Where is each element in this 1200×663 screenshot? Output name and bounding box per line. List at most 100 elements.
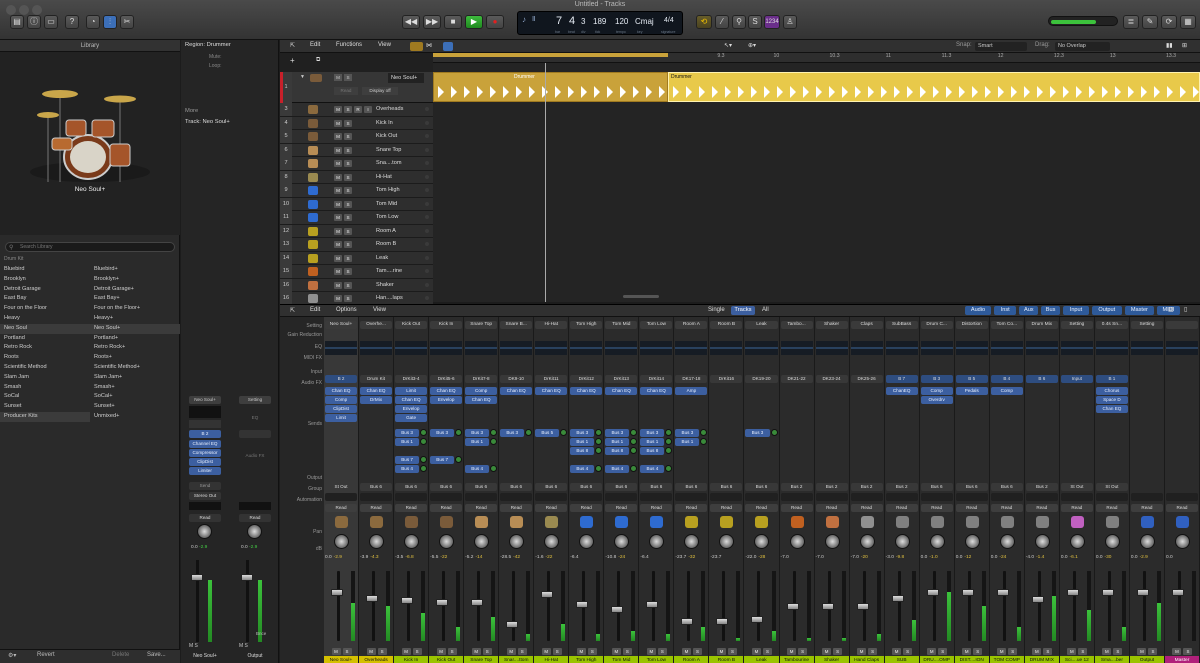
strip1-eq[interactable] (189, 420, 221, 428)
strip-group[interactable] (640, 493, 673, 501)
strip-eq-thumbnail[interactable] (780, 341, 816, 355)
send-slot[interactable]: Bus 4 (570, 465, 595, 473)
ruler[interactable]: 77.388.399.31010.31111.31212.31313.3 (433, 53, 1200, 63)
send-knob[interactable] (560, 429, 568, 436)
strip-solo-button[interactable]: S (973, 648, 983, 655)
strip-setting[interactable]: Leak (745, 321, 778, 329)
pan-knob[interactable] (614, 534, 630, 549)
cycle-range[interactable] (433, 53, 668, 57)
volume-fader[interactable] (681, 618, 694, 626)
audio-fx-slot[interactable]: Chan EQ (570, 387, 603, 395)
strip-automation[interactable]: Read (955, 504, 988, 512)
strip-name[interactable]: Leak (744, 656, 779, 663)
strip-mute-button[interactable]: M (1067, 648, 1077, 655)
strip-input[interactable]: DK19-20 (745, 375, 778, 383)
send-slot[interactable]: Bus 4 (605, 465, 630, 473)
mute-button[interactable]: M (334, 106, 342, 113)
strip-name[interactable]: Kick In (394, 656, 429, 663)
strip-input[interactable]: DrKit14 (640, 375, 673, 383)
strip-input[interactable]: B 7 (885, 375, 918, 383)
edit-menu[interactable]: Edit (310, 42, 320, 48)
audio-fx-slot[interactable]: Chorus (1095, 387, 1128, 395)
strip-solo-button[interactable]: S (1113, 648, 1123, 655)
pan-knob[interactable] (369, 534, 385, 549)
mute-button[interactable]: M (334, 227, 342, 235)
strip-output[interactable]: Bus 2 (815, 483, 848, 491)
mute-button[interactable]: M (334, 214, 342, 221)
solo-button[interactable]: S (344, 268, 352, 275)
strip-solo-button[interactable]: S (868, 648, 878, 655)
send-knob[interactable] (630, 447, 638, 454)
strip-eq-thumbnail[interactable] (430, 341, 466, 355)
track-name[interactable]: Sna....tom (376, 157, 422, 170)
strip-name[interactable]: Tom High (569, 656, 604, 663)
track-name[interactable]: Hi-Hat (376, 171, 422, 184)
audio-fx-slot[interactable]: Chan EQ (640, 387, 673, 395)
audio-fx-slot[interactable]: Limit (325, 414, 358, 422)
track-name[interactable]: Room B (376, 238, 422, 251)
send-slot[interactable]: Bus 3 (500, 429, 525, 437)
send-knob[interactable] (595, 438, 603, 445)
strip1-ms[interactable]: M S (189, 643, 198, 649)
loop-browser-icon[interactable]: ⟳ (1161, 15, 1177, 29)
volume-fader[interactable] (1171, 588, 1184, 596)
strip-automation[interactable]: Read (465, 504, 498, 512)
strip-input[interactable]: DrKit11 (535, 375, 568, 383)
mute-button[interactable]: M (334, 187, 342, 194)
strip-setting[interactable]: 0.4s Sn... (1095, 321, 1128, 329)
delete-button[interactable]: Delete (112, 652, 129, 658)
strip-group[interactable] (745, 493, 778, 501)
strip-group[interactable] (885, 493, 918, 501)
strip-input[interactable]: B 5 (955, 375, 988, 383)
volume-fader[interactable] (541, 591, 554, 599)
strip-mute-button[interactable]: M (787, 648, 797, 655)
strip-setting[interactable]: SubBass (885, 321, 918, 329)
waveform-zoom-icon[interactable]: ▮▮ (1166, 42, 1173, 49)
strip-group[interactable] (500, 493, 533, 501)
strip-solo-button[interactable]: S (342, 648, 352, 655)
pan-knob[interactable] (1034, 534, 1050, 549)
library-toggle-icon[interactable]: ▤ (10, 15, 24, 29)
library-item[interactable]: Smash+ (90, 383, 180, 393)
strip2-input[interactable] (239, 430, 271, 438)
send-slot[interactable]: Bus 3 (675, 429, 700, 437)
audio-fx-slot[interactable]: ClipDist (325, 405, 358, 413)
strip-solo-button[interactable]: S (833, 648, 843, 655)
volume-fader[interactable] (471, 598, 484, 606)
strip-solo-button[interactable]: S (587, 648, 597, 655)
strip-output[interactable]: St Out (1060, 483, 1093, 491)
inspector-toggle-icon[interactable]: ⓘ (27, 15, 41, 29)
volume-fader[interactable] (891, 594, 904, 602)
library-item[interactable]: Roots (0, 353, 90, 363)
library-item[interactable]: Slam Jam+ (90, 373, 180, 383)
audio-fx-slot[interactable]: Chan EQ (605, 387, 638, 395)
mute-button[interactable]: M (334, 254, 342, 262)
strip-name[interactable]: Master (1164, 656, 1199, 663)
duplicate-track-icon[interactable]: ⧉ (316, 57, 320, 64)
quick-help-icon[interactable]: ? (65, 15, 79, 29)
lcd-tempo[interactable]: 120 (615, 17, 628, 26)
volume-fader[interactable] (1031, 596, 1044, 604)
metronome-icon[interactable]: ♙ (783, 15, 797, 29)
mute-button[interactable]: M (334, 200, 342, 208)
strip-solo-button[interactable]: S (938, 648, 948, 655)
track-name[interactable]: Tom Mid (376, 198, 422, 211)
region-inspector-header[interactable]: Region: Drummer (181, 41, 279, 50)
strip2-group[interactable] (239, 502, 271, 510)
list-editors-icon[interactable]: ≣ (1123, 15, 1139, 29)
strip-setting[interactable]: Claps (850, 321, 883, 329)
strip2-setting[interactable]: Setting (239, 396, 271, 404)
strip-mute-button[interactable]: M (962, 648, 972, 655)
strip-input[interactable]: DK21-22 (780, 375, 813, 383)
strip-mute-button[interactable]: M (751, 648, 761, 655)
drummer-track-name[interactable]: Neo Soul+ (388, 73, 424, 83)
editors-toggle-icon[interactable]: ✂ (120, 15, 134, 29)
library-item[interactable]: Scientific Method (0, 363, 90, 373)
solo-icon[interactable]: S (748, 15, 762, 29)
strip-setting[interactable]: Tom Low (640, 321, 673, 329)
strip-name[interactable]: Shaker (814, 656, 849, 663)
audio-fx-slot[interactable]: Amp (675, 387, 708, 395)
replace-icon[interactable]: ⁄ (715, 15, 729, 29)
strip1-setting[interactable]: Neo Soul+ (189, 396, 221, 404)
strip-solo-button[interactable]: S (798, 648, 808, 655)
